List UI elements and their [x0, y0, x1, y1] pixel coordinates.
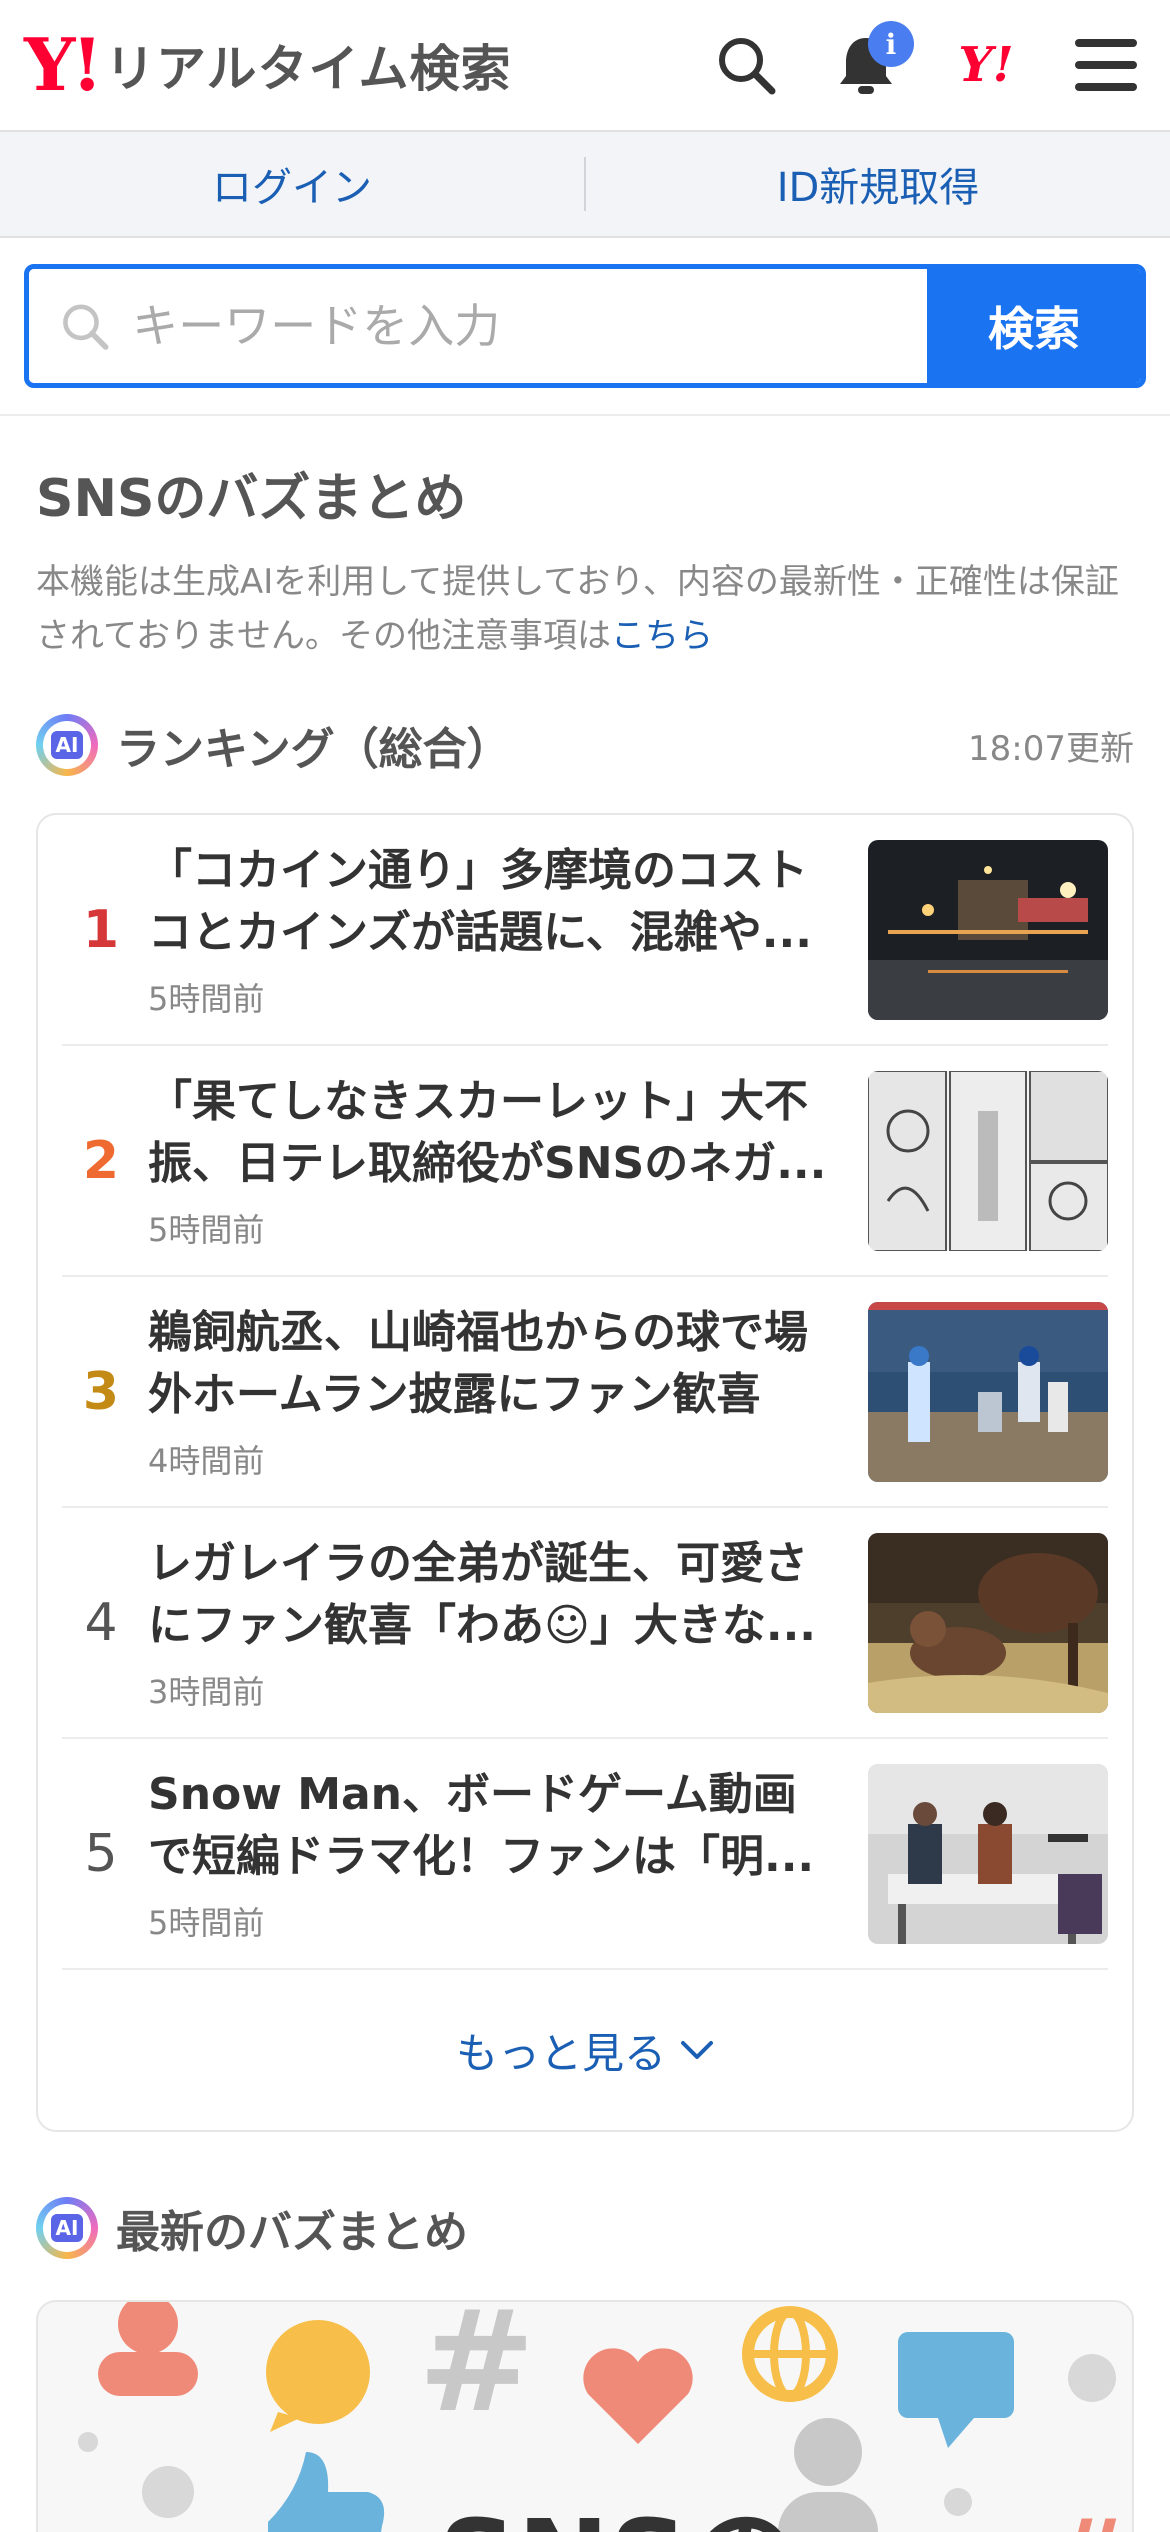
latest-header: AI 最新のバズまとめ	[36, 2196, 1134, 2260]
search-area: 検索	[0, 238, 1170, 416]
more-button[interactable]: もっと見る	[62, 1970, 1108, 2130]
ranking-header: AI ランキング（総合） 18:07更新	[36, 713, 1134, 777]
latest-title: 最新のバズまとめ	[116, 2207, 468, 2258]
logo-text: リアルタイム検索	[105, 40, 512, 98]
ranking-item-title[interactable]: Snow Man、ボードゲーム動画で短編ドラマ化！ファンは「明...	[148, 1764, 840, 1888]
buzz-section: SNSのバズまとめ 本機能は生成AIを利用して提供しており、内容の最新性・正確性…	[0, 456, 1170, 2532]
banner-text: SNSの	[438, 2470, 799, 2532]
ranking-item-time: 5時間前	[148, 1210, 265, 1249]
ranking-updated-time: 18:07更新	[968, 728, 1134, 769]
ranking-title: ランキング（総合）	[116, 724, 511, 775]
login-link[interactable]: ログイン	[0, 155, 584, 213]
rank-number: 4	[84, 1592, 118, 1653]
thumbs-up-icon	[268, 2452, 385, 2532]
ranking-item[interactable]: 3 鵜飼航丞、山崎福也からの球で場外ホームラン披露にファン歓喜 4時間前	[62, 1277, 1108, 1508]
heart-icon	[583, 2348, 693, 2444]
notification-bell-icon[interactable]: i	[826, 21, 914, 105]
yahoo-realtime-logo[interactable]: Y! リアルタイム検索	[24, 29, 512, 101]
register-link[interactable]: ID新規取得	[586, 155, 1170, 213]
ranking-item-title[interactable]: 「コカイン通り」多摩境のコストコとカインズが話題に、混雑や...	[148, 840, 840, 964]
ranking-item-time: 3時間前	[148, 1672, 265, 1711]
more-button-label: もっと見る	[455, 2028, 666, 2078]
chat-icon	[898, 2332, 1014, 2448]
ranking-item-time: 5時間前	[148, 1903, 265, 1942]
thumbnail-image[interactable]	[868, 1070, 1108, 1251]
ai-icon: AI	[36, 714, 98, 776]
header-icons: i Y!	[706, 21, 1146, 105]
yahoo-mark: Y!	[958, 37, 1014, 93]
disclaimer-link[interactable]: こちら	[611, 616, 713, 656]
menu-icon[interactable]	[1066, 25, 1146, 105]
ranking-item[interactable]: 5 Snow Man、ボードゲーム動画で短編ドラマ化！ファンは「明... 5時間…	[62, 1739, 1108, 1970]
ranking-item-text: 鵜飼航丞、山崎福也からの球で場外ホームラン披露にファン歓喜 4時間前	[140, 1302, 868, 1482]
latest-banner[interactable]: # # SNSの	[36, 2300, 1134, 2532]
thumbnail-image[interactable]	[868, 1763, 1108, 1944]
ranking-item-title[interactable]: 「果てしなきスカーレット」大不振、日テレ取締役がSNSのネガ...	[148, 1071, 840, 1195]
ranking-item-text: レガレイラの全弟が誕生、可愛さにファン歓喜「わあ☺」大きな... 3時間前	[140, 1533, 868, 1713]
search-field[interactable]	[29, 269, 927, 383]
search-field-icon	[63, 304, 109, 350]
rank-number: 5	[84, 1823, 118, 1884]
page-title: SNSのバズまとめ	[36, 469, 467, 529]
rank-number: 3	[82, 1361, 120, 1422]
globe-icon	[742, 2306, 838, 2402]
notification-badge: i	[868, 21, 914, 67]
ranking-item-text: 「果てしなきスカーレット」大不振、日テレ取締役がSNSのネガ... 5時間前	[140, 1071, 868, 1251]
search-input[interactable]	[132, 299, 927, 353]
thumbnail-image[interactable]	[868, 839, 1108, 1020]
ai-badge-label: AI	[50, 2214, 84, 2242]
chevron-down-icon	[681, 2041, 713, 2059]
disclaimer-note: 本機能は生成AIを利用して提供しており、内容の最新性・正確性は保証されておりませ…	[36, 555, 1134, 663]
ranking-item[interactable]: 4 レガレイラの全弟が誕生、可愛さにファン歓喜「わあ☺」大きな... 3時間前	[62, 1508, 1108, 1739]
ranking-card: 1 「コカイン通り」多摩境のコストコとカインズが話題に、混雑や... 5時間前	[36, 813, 1134, 2132]
ranking-item[interactable]: 1 「コカイン通り」多摩境のコストコとカインズが話題に、混雑や... 5時間前	[62, 815, 1108, 1046]
app-header: Y! リアルタイム検索 i Y!	[0, 0, 1170, 132]
rank-number: 1	[82, 899, 120, 960]
svg-text:#: #	[418, 2302, 535, 2444]
ranking-item-text: 「コカイン通り」多摩境のコストコとカインズが話題に、混雑や... 5時間前	[140, 840, 868, 1020]
svg-text:#: #	[1048, 2497, 1132, 2532]
rank-number: 2	[82, 1130, 120, 1191]
ranking-item-time: 5時間前	[148, 979, 265, 1018]
speech-bubble-icon	[266, 2320, 370, 2432]
ai-badge-label: AI	[50, 731, 84, 759]
ranking-item[interactable]: 2 「果てしなきスカーレット」大不振、日テレ取締役がSNSのネガ... 5時間前	[62, 1046, 1108, 1277]
ranking-item-title[interactable]: レガレイラの全弟が誕生、可愛さにファン歓喜「わあ☺」大きな...	[148, 1533, 840, 1657]
yahoo-home-icon[interactable]: Y!	[946, 25, 1026, 105]
thumbnail-image[interactable]	[868, 1301, 1108, 1482]
search-box: 検索	[24, 264, 1146, 388]
ai-icon: AI	[36, 2197, 98, 2259]
search-icon[interactable]	[706, 25, 786, 105]
ranking-item-time: 4時間前	[148, 1441, 265, 1480]
auth-bar: ログイン ID新規取得	[0, 132, 1170, 238]
ranking-item-text: Snow Man、ボードゲーム動画で短編ドラマ化！ファンは「明... 5時間前	[140, 1764, 868, 1944]
thumbnail-image[interactable]	[868, 1532, 1108, 1713]
disclaimer-text: 本機能は生成AIを利用して提供しており、内容の最新性・正確性は保証されておりませ…	[36, 562, 1119, 656]
person-icon	[98, 2302, 198, 2396]
search-button[interactable]: 検索	[927, 269, 1141, 383]
ranking-item-title[interactable]: 鵜飼航丞、山崎福也からの球で場外ホームラン披露にファン歓喜	[148, 1302, 840, 1426]
yahoo-logo-mark: Y!	[24, 22, 103, 107]
